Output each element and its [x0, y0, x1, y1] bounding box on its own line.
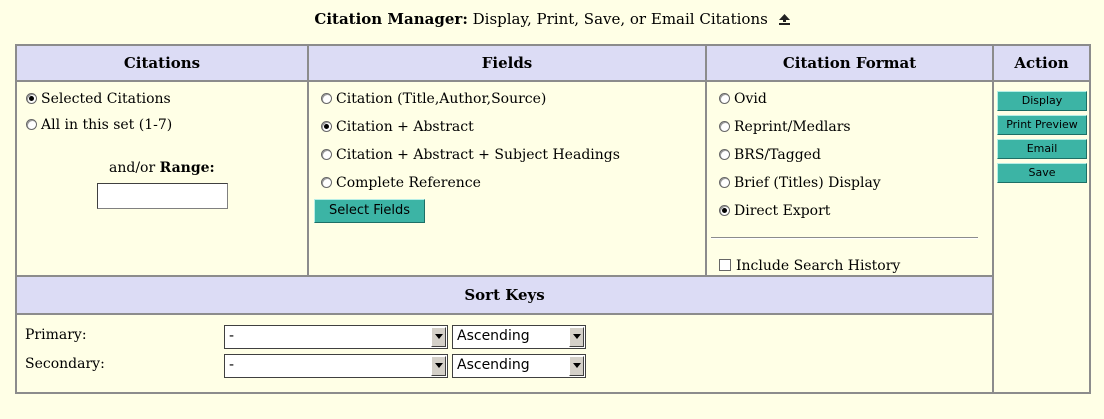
- title-bold: Citation Manager:: [314, 10, 468, 28]
- chevron-down-icon[interactable]: [569, 327, 584, 347]
- option-citation-abstract[interactable]: Citation + Abstract: [321, 119, 474, 135]
- sort-keys-header: Sort Keys: [16, 276, 993, 314]
- secondary-label: Secondary:: [25, 356, 105, 372]
- chevron-down-icon[interactable]: [431, 327, 446, 347]
- citations-cell: Selected Citations All in this set (1-7)…: [16, 81, 308, 276]
- radio-reprint-medlars[interactable]: [719, 121, 730, 132]
- option-ovid[interactable]: Ovid: [719, 91, 767, 107]
- radio-complete-reference[interactable]: [321, 177, 332, 188]
- radio-brief-titles[interactable]: [719, 177, 730, 188]
- citation-manager-table: Citations Fields Citation Format Action …: [15, 44, 1091, 394]
- citation-format-cell: Ovid Reprint/Medlars BRS/Tagged Brief (T…: [706, 81, 993, 276]
- sort-keys-cell: Primary: Secondary: - Ascending - Ascend…: [16, 314, 993, 393]
- radio-citation[interactable]: [321, 93, 332, 104]
- primary-field-select[interactable]: -: [224, 325, 448, 349]
- option-complete-reference[interactable]: Complete Reference: [321, 175, 481, 191]
- option-citation-title-author[interactable]: Citation (Title,Author,Source): [321, 91, 546, 107]
- fields-cell: Citation (Title,Author,Source) Citation …: [308, 81, 706, 276]
- save-button[interactable]: Save: [997, 163, 1087, 183]
- citation-format-header: Citation Format: [706, 45, 993, 81]
- option-direct-export[interactable]: Direct Export: [719, 203, 830, 219]
- fields-header: Fields: [308, 45, 706, 81]
- secondary-field-select[interactable]: -: [224, 354, 448, 378]
- option-brief-titles[interactable]: Brief (Titles) Display: [719, 175, 881, 191]
- radio-citation-abstract[interactable]: [321, 121, 332, 132]
- option-citation-abstract-subjects[interactable]: Citation + Abstract + Subject Headings: [321, 147, 620, 163]
- print-preview-button[interactable]: Print Preview: [997, 115, 1087, 135]
- format-divider: [711, 237, 978, 239]
- option-include-search-history[interactable]: Include Search History: [719, 258, 900, 274]
- secondary-order-select[interactable]: Ascending: [452, 354, 586, 378]
- option-selected-citations[interactable]: Selected Citations: [26, 91, 171, 107]
- display-button[interactable]: Display: [997, 91, 1087, 111]
- radio-brs-tagged[interactable]: [719, 149, 730, 160]
- action-cell: Display Print Preview Email Save: [993, 81, 1090, 393]
- citations-header: Citations: [16, 45, 308, 81]
- select-fields-button[interactable]: Select Fields: [314, 199, 425, 223]
- radio-all-in-set[interactable]: [26, 119, 37, 130]
- chevron-down-icon[interactable]: [431, 356, 446, 376]
- range-label: and/or Range:: [109, 160, 215, 176]
- email-button[interactable]: Email: [997, 139, 1087, 159]
- radio-citation-abstract-subjects[interactable]: [321, 149, 332, 160]
- radio-direct-export[interactable]: [719, 205, 730, 216]
- option-reprint-medlars[interactable]: Reprint/Medlars: [719, 119, 851, 135]
- back-to-top-icon[interactable]: [778, 14, 790, 25]
- page-title: Citation Manager: Display, Print, Save, …: [0, 10, 1104, 28]
- option-all-in-set[interactable]: All in this set (1-7): [26, 117, 172, 133]
- title-rest: Display, Print, Save, or Email Citations: [467, 10, 768, 28]
- primary-label: Primary:: [25, 327, 87, 343]
- primary-order-select[interactable]: Ascending: [452, 325, 586, 349]
- action-header: Action: [993, 45, 1090, 81]
- radio-selected-citations[interactable]: [26, 93, 37, 104]
- checkbox-include-search-history[interactable]: [719, 259, 731, 271]
- chevron-down-icon[interactable]: [569, 356, 584, 376]
- option-brs-tagged[interactable]: BRS/Tagged: [719, 147, 821, 163]
- range-input[interactable]: [97, 183, 228, 209]
- radio-ovid[interactable]: [719, 93, 730, 104]
